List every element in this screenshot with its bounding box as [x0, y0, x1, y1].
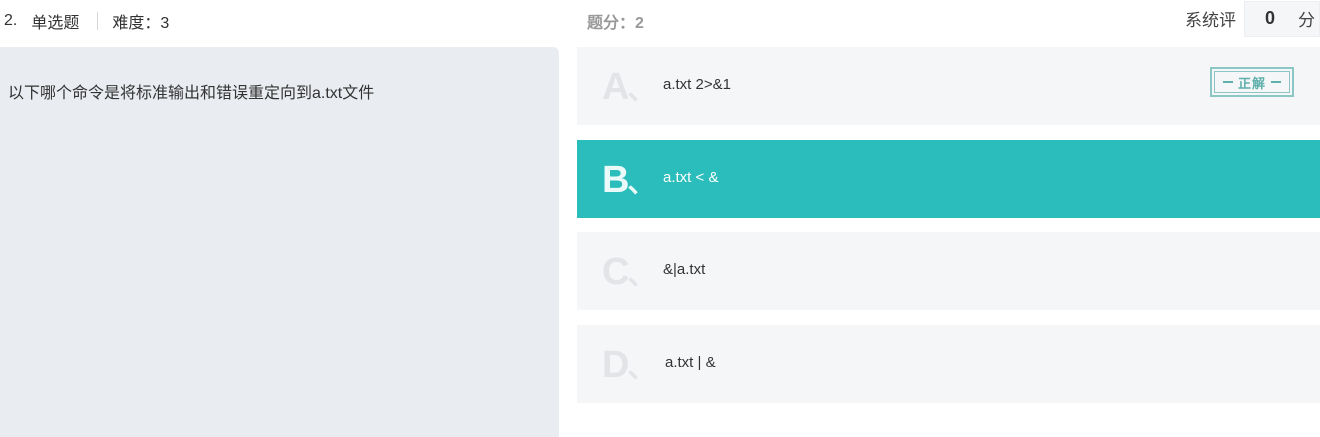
system-evaluation: 系统评 0 分 — [1185, 0, 1320, 37]
question-panel: 以下哪个命令是将标准输出和错误重定向到a.txt文件 — [0, 47, 559, 437]
question-type: 单选题 — [31, 15, 80, 32]
option-letter: C、 — [602, 251, 656, 293]
option-letter: D、 — [602, 344, 656, 386]
option-a[interactable]: A、 a.txt 2>&1 正解 — [577, 47, 1320, 125]
correct-answer-stamp: 正解 — [1210, 67, 1294, 97]
question-points: 题分：2 — [587, 15, 644, 32]
meta-divider — [97, 12, 99, 30]
question-text: 以下哪个命令是将标准输出和错误重定向到a.txt文件 — [8, 85, 375, 102]
system-eval-label: 系统评 — [1185, 11, 1236, 30]
option-c[interactable]: C、 &|a.txt — [577, 232, 1320, 310]
question-header: 2. 单选题 难度：3 题分：2 系统评 0 分 — [0, 0, 1320, 38]
option-text: a.txt < & — [663, 169, 719, 186]
question-number: 2. — [4, 12, 18, 29]
system-eval-box: 0 分 — [1244, 0, 1320, 37]
difficulty-label: 难度：3 — [112, 15, 170, 32]
option-text: a.txt | & — [665, 354, 716, 371]
option-text: &|a.txt — [663, 261, 706, 278]
question-meta: 2. 单选题 难度：3 — [4, 9, 169, 33]
option-text: a.txt 2>&1 — [663, 76, 731, 93]
system-eval-unit: 分 — [1298, 11, 1315, 30]
option-b[interactable]: B、 a.txt < & — [577, 140, 1320, 218]
option-letter: B、 — [602, 159, 656, 201]
option-letter: A、 — [602, 66, 656, 108]
system-eval-score: 0 — [1265, 8, 1276, 28]
option-d[interactable]: D、 a.txt | & — [577, 325, 1320, 403]
